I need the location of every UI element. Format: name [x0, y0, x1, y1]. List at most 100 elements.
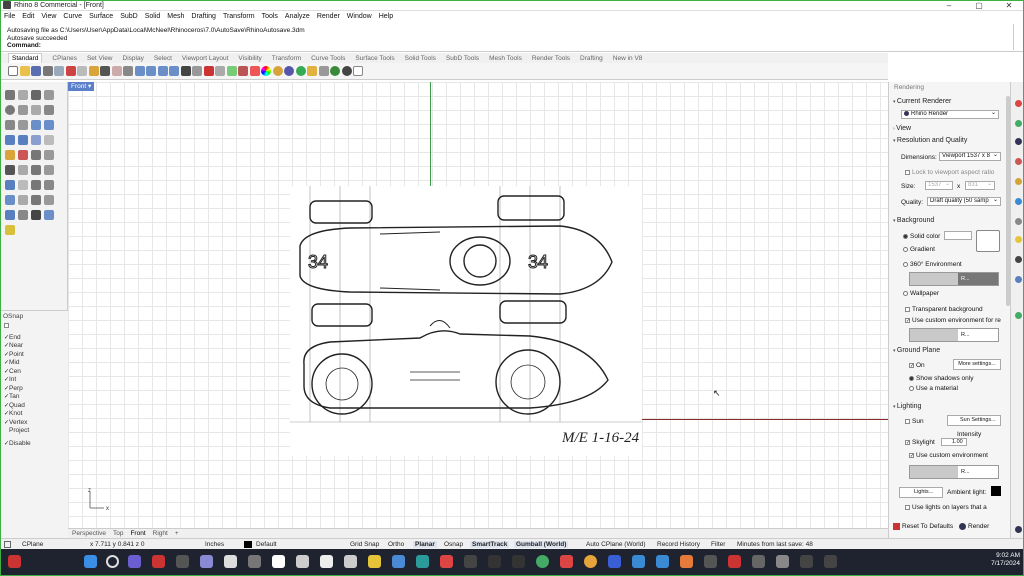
menu-subd[interactable]: SubD	[120, 13, 138, 20]
rotate-icon[interactable]	[5, 195, 15, 205]
file-explorer-icon[interactable]	[368, 555, 381, 568]
options-icon[interactable]	[318, 66, 329, 76]
sun-panel-icon[interactable]	[1015, 256, 1022, 263]
solid-color-dropdown[interactable]	[944, 231, 972, 240]
tab-top[interactable]: Top	[113, 530, 123, 537]
app-icon-5[interactable]	[248, 555, 261, 568]
circle-icon[interactable]	[5, 105, 15, 115]
size-width-input[interactable]: 1537	[925, 181, 953, 190]
start-button-icon[interactable]	[84, 555, 97, 568]
menu-render[interactable]: Render	[317, 13, 340, 20]
menu-solid[interactable]: Solid	[145, 13, 161, 20]
status-ortho[interactable]: Ortho	[388, 541, 404, 548]
tab-transform[interactable]: Transform	[272, 54, 301, 63]
skylight-intensity-input[interactable]: 1.00	[941, 438, 967, 446]
import-icon[interactable]	[54, 66, 64, 76]
color-wheel-icon[interactable]	[261, 66, 271, 76]
app-icon-1[interactable]	[152, 555, 165, 568]
app-icon-6[interactable]	[296, 555, 309, 568]
zoom-extents-icon[interactable]	[157, 66, 168, 76]
use-material-radio[interactable]: Use a material	[909, 385, 958, 392]
curve-tool-icon[interactable]	[44, 90, 54, 100]
osnap-item-int[interactable]: ✓Int	[0, 376, 68, 385]
group-icon[interactable]	[44, 210, 54, 220]
lights-panel-icon[interactable]	[1015, 236, 1022, 243]
tab-standard[interactable]: Standard	[8, 53, 43, 63]
osnap-item-vertex[interactable]: ✓Vertex	[0, 419, 68, 428]
arc-icon[interactable]	[18, 105, 28, 115]
maximize-button[interactable]: ▢	[964, 0, 994, 11]
sun-settings-button[interactable]: Sun Settings...	[947, 415, 1001, 426]
lights-on-layers-checkbox[interactable]: Use lights on layers that a	[905, 504, 987, 511]
ground-plane-on-checkbox[interactable]: ✓ On	[909, 362, 925, 369]
osnap-disable[interactable]: ✓Disable	[0, 440, 68, 449]
zoom-window-icon[interactable]	[146, 66, 156, 76]
surface-icon[interactable]	[31, 120, 41, 130]
show-shadows-radio[interactable]: Show shadows only	[909, 375, 973, 382]
status-smarttrack[interactable]: SmartTrack	[470, 541, 510, 548]
tab-subd-tools[interactable]: SubD Tools	[446, 54, 479, 63]
tab-solid-tools[interactable]: Solid Tools	[405, 54, 436, 63]
move-icon[interactable]	[31, 180, 41, 190]
freeform-icon[interactable]	[18, 120, 28, 130]
skylight-env-selector[interactable]: R...	[909, 465, 999, 479]
mesh-icon[interactable]	[44, 135, 54, 145]
app-icon-21[interactable]	[704, 555, 717, 568]
tab-display[interactable]: Display	[123, 54, 144, 63]
menu-view[interactable]: View	[41, 13, 56, 20]
tab-render-tools[interactable]: Render Tools	[532, 54, 570, 63]
named-views-icon[interactable]	[1015, 276, 1022, 283]
box-icon[interactable]	[5, 135, 15, 145]
tab-drafting[interactable]: Drafting	[580, 54, 603, 63]
point-icon[interactable]	[18, 90, 28, 100]
skylight-env-dropdown[interactable]: R...	[958, 466, 998, 478]
analyze-icon[interactable]	[5, 210, 15, 220]
menu-edit[interactable]: Edit	[22, 13, 34, 20]
pan-hand-icon[interactable]	[111, 66, 122, 76]
join-icon[interactable]	[44, 150, 54, 160]
app-icon-3[interactable]	[200, 555, 213, 568]
lock-icon[interactable]	[238, 66, 248, 76]
set-view-icon[interactable]	[215, 66, 225, 76]
cplane-icon[interactable]	[203, 66, 214, 76]
minimize-button[interactable]: –	[934, 0, 964, 11]
tab-cplanes[interactable]: CPlanes	[52, 54, 77, 63]
select-icon[interactable]	[226, 66, 237, 76]
reset-defaults-button[interactable]: Reset To Defaults	[893, 523, 953, 530]
copy-tool-icon[interactable]	[44, 180, 54, 190]
app-icon-15[interactable]	[536, 555, 549, 568]
teams-icon[interactable]	[128, 555, 141, 568]
menu-help[interactable]: Help	[379, 13, 393, 20]
properties-panel-icon[interactable]	[1015, 158, 1022, 165]
env360-radio[interactable]: 360° Environment	[903, 261, 962, 268]
color-panel-icon[interactable]	[1015, 100, 1022, 107]
tab-select[interactable]: Select	[154, 54, 172, 63]
osnap-item-end[interactable]: ✓End	[0, 334, 68, 343]
app-icon-8[interactable]	[344, 555, 357, 568]
rotate-view-icon[interactable]	[123, 66, 133, 76]
check-icon[interactable]	[31, 210, 41, 220]
ground-plane-header[interactable]: Ground Plane	[893, 347, 940, 354]
tab-new-in-v8[interactable]: New in V8	[613, 54, 643, 63]
ellipse-icon[interactable]	[5, 120, 15, 130]
app-icon-11[interactable]	[440, 555, 453, 568]
osnap-item-project[interactable]: Project	[0, 427, 68, 436]
front-viewport[interactable]: Front ▾ 34 34 M/E 1-16-24 z x ↖	[68, 82, 888, 528]
status-grid-snap[interactable]: Grid Snap	[350, 541, 379, 548]
layers-panel-icon[interactable]	[1015, 120, 1022, 127]
material-sphere-icon[interactable]	[272, 66, 283, 76]
copy-icon[interactable]	[77, 66, 87, 76]
status-gumball[interactable]: Gumball (World)	[514, 541, 569, 548]
transparent-bg-checkbox[interactable]: Transparent background	[905, 306, 983, 313]
grid-icon[interactable]	[192, 66, 202, 76]
zoom-icon[interactable]	[134, 66, 145, 76]
system-tray[interactable]: 9:02 AM 7/17/2024	[991, 552, 1020, 568]
more-settings-button[interactable]: More settings...	[953, 359, 1001, 370]
save-icon[interactable]	[31, 66, 41, 76]
app-icon-9[interactable]	[392, 555, 405, 568]
undo-icon[interactable]	[100, 66, 110, 76]
render-sphere-icon[interactable]	[284, 66, 294, 76]
skylight-checkbox[interactable]: ✓ Skylight	[905, 439, 935, 446]
background-header[interactable]: Background	[893, 217, 934, 224]
array-icon[interactable]	[31, 195, 41, 205]
